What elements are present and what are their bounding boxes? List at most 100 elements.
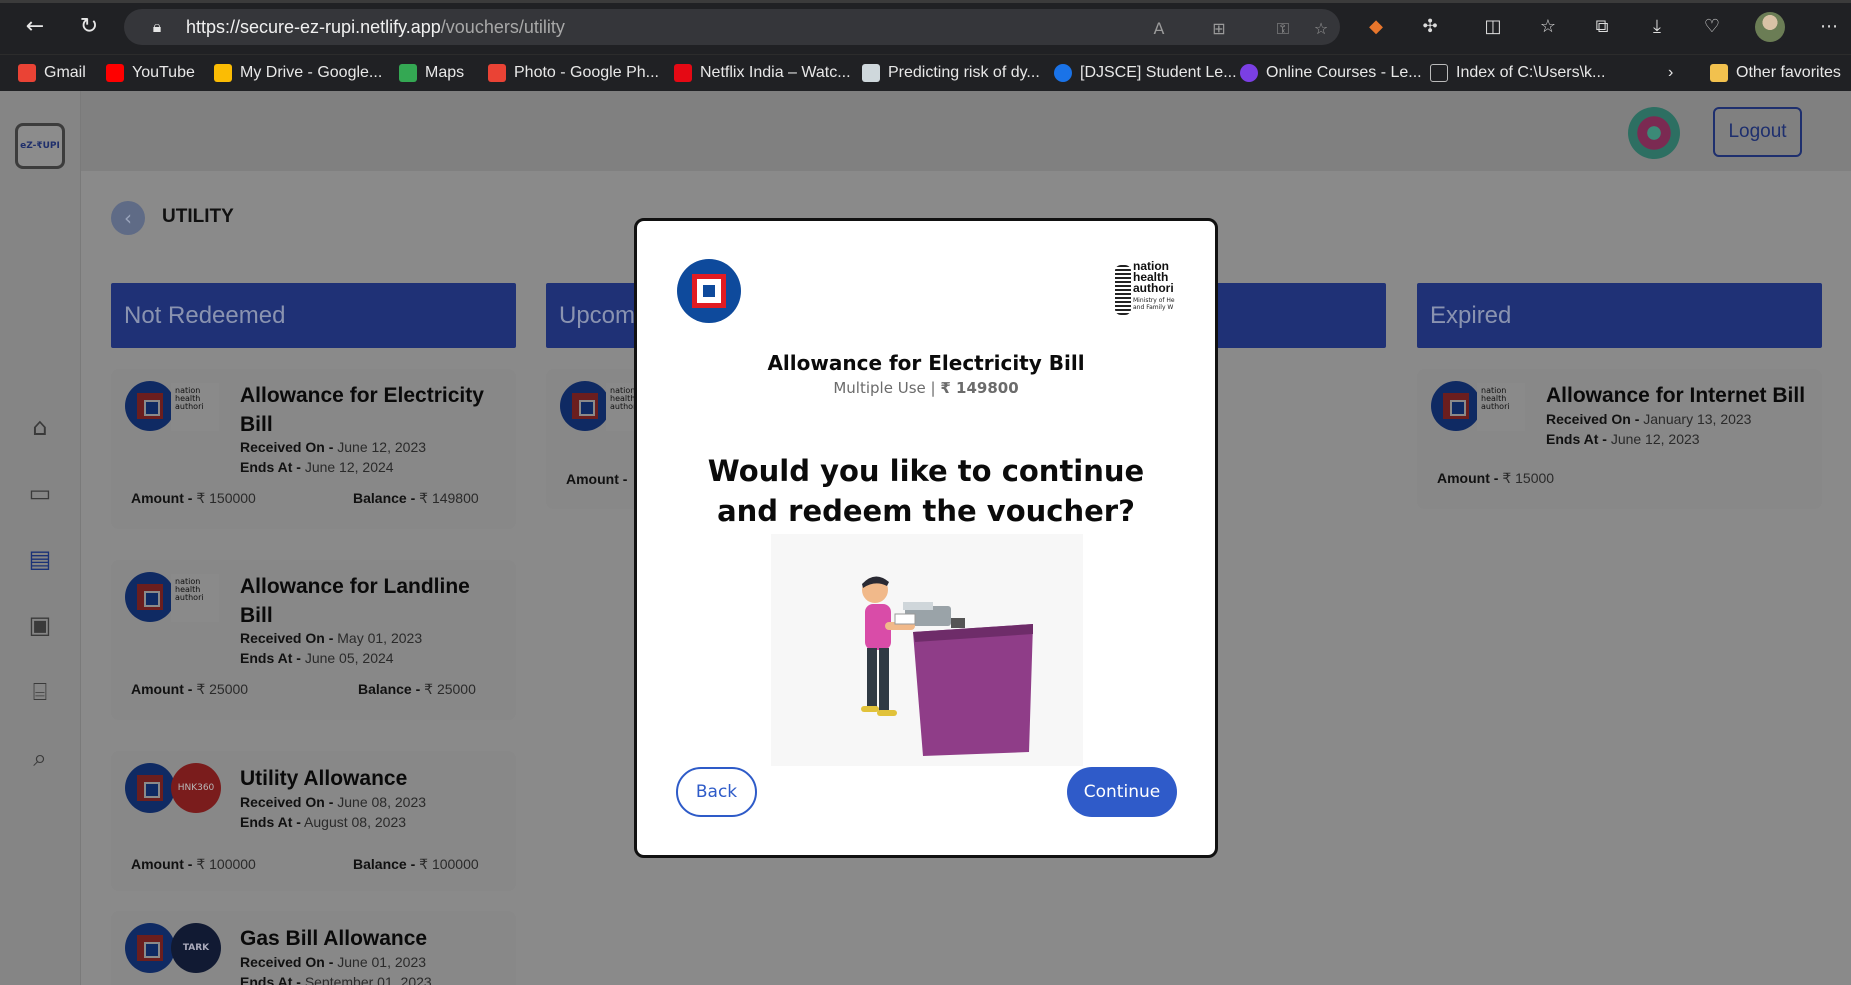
drive-icon [214,64,232,82]
voucher-title: Gas Bill Allowance [240,927,428,950]
hdfc-logo-icon [125,923,175,973]
bank-icon[interactable]: ⌸ [24,676,56,708]
end-date: Ends At - June 05, 2024 [240,650,394,666]
amount: Amount - ₹ 15000 [1437,470,1555,486]
received-date: Received On - January 13, 2023 [1546,411,1752,427]
bookmark-predicting-risk[interactable]: Predicting risk of dy... [862,61,1040,85]
app-header [0,91,1851,171]
user-avatar[interactable] [1628,107,1680,159]
voucher-logos: nation health authori [1431,381,1527,433]
voucher-card[interactable]: HNK360 Utility Allowance Received On - J… [111,751,516,891]
bookmark-maps[interactable]: Maps [399,61,464,85]
courses-icon [1240,64,1258,82]
bookmark-djsce[interactable]: [DJSCE] Student Le... [1054,61,1237,85]
lock-icon[interactable]: 🔒︎ [146,16,168,38]
gmail-icon [18,64,36,82]
bookmark-my-drive[interactable]: My Drive - Google... [214,61,382,85]
app-available-icon[interactable]: ⊞ [1208,18,1230,40]
more-menu-icon[interactable]: ⋯ [1815,13,1843,41]
nha-logo-icon: nation health authori Ministry of He and… [1115,260,1179,319]
continue-button[interactable]: Continue [1067,767,1177,817]
hdfc-logo-icon [125,381,175,431]
metamask-extension-icon[interactable]: ◆ [1362,13,1390,41]
other-favorites[interactable]: Other favorites [1710,61,1841,85]
youtube-icon [106,64,124,82]
bookmark-index-local[interactable]: Index of C:\Users\k... [1430,61,1605,85]
column-expired[interactable]: Expired [1417,283,1822,348]
redeem-voucher-modal: nation health authori Ministry of He and… [634,218,1218,858]
performance-icon[interactable]: ♡ [1698,13,1726,41]
tab-strip-edge [0,0,1851,3]
amount: Amount - ₹ 25000 [131,681,249,697]
back-arrow-icon[interactable]: ← [20,12,50,42]
voucher-logos: nation health authori [125,381,221,433]
modal-question: Would you like to continue and redeem th… [707,454,1145,528]
address-bar[interactable]: 🔒︎ https://secure-ez-rupi.netlify.app/vo… [124,9,1340,45]
received-date: Received On - June 12, 2023 [240,439,427,455]
back-chevron-icon[interactable]: ‹ [111,201,145,235]
bookmark-online-courses[interactable]: Online Courses - Le... [1240,61,1422,85]
voucher-logos: HNK360 [125,763,221,815]
extensions-icon[interactable]: ✣ [1416,13,1444,41]
read-aloud-icon[interactable]: A [1148,18,1170,40]
favorite-star-icon[interactable]: ☆ [1310,18,1332,40]
received-date: Received On - June 01, 2023 [240,954,427,970]
maps-icon [399,64,417,82]
voucher-logos: nation health authori [125,572,221,624]
bookmark-gmail[interactable]: Gmail [18,61,86,85]
page-title: UTILITY [162,206,234,227]
netflix-icon [674,64,692,82]
back-button[interactable]: Back [676,767,757,817]
ticket-icon[interactable]: ▭ [24,477,56,509]
received-date: Received On - June 08, 2023 [240,794,427,810]
end-date: Ends At - June 12, 2024 [240,459,394,475]
emblem-icon [1115,265,1131,315]
voucher-title: Allowance for Electricity Bill [240,384,484,436]
refresh-icon[interactable]: ↻ [74,12,104,42]
profile-avatar[interactable] [1755,12,1785,42]
end-date: Ends At - September 01, 2023 [240,974,432,985]
bookmarks-bar: Gmail YouTube My Drive - Google... Maps … [0,54,1851,91]
received-date: Received On - May 01, 2023 [240,630,423,646]
voucher-title: Allowance for Landline Bill [240,575,470,627]
djsce-icon [1054,64,1072,82]
cards-icon[interactable]: ▣ [24,609,56,641]
logout-button[interactable]: Logout [1713,107,1802,157]
collections-icon[interactable]: ⧉ [1588,13,1616,41]
favorites-icon[interactable]: ☆ [1534,13,1562,41]
voucher-title: Utility Allowance [240,767,408,790]
end-date: Ends At - August 08, 2023 [240,814,407,830]
home-icon[interactable]: ⌂ [24,411,56,443]
amount: Amount - ₹ 150000 [131,490,256,506]
balance: Balance - ₹ 100000 [353,856,479,872]
downloads-icon[interactable]: ⤓ [1643,13,1671,41]
hdfc-logo-icon [125,572,175,622]
end-date: Ends At - June 12, 2023 [1546,431,1700,447]
bookmark-google-photos[interactable]: Photo - Google Ph... [488,61,659,85]
hdfc-logo-icon [1431,381,1481,431]
voucher-card[interactable]: nation health authori Allowance for Inte… [1417,369,1822,509]
ezrupi-logo[interactable]: eZ-₹UPI [15,123,65,169]
folder-icon [1710,64,1728,82]
voucher-card[interactable]: TARK Gas Bill Allowance Received On - Ju… [111,911,516,985]
voucher-card[interactable]: nation health authori Allowance for Elec… [111,369,516,529]
bookmark-netflix[interactable]: Netflix India – Watc... [674,61,851,85]
photos-icon [488,64,506,82]
url-text[interactable]: https://secure-ez-rupi.netlify.app/vouch… [186,17,565,38]
article-icon [862,64,880,82]
hdfc-logo-icon [677,259,741,323]
voucher-card[interactable]: nation health authori Allowance for Land… [111,560,516,720]
bookmark-youtube[interactable]: YouTube [106,61,195,85]
hdfc-logo-icon [560,381,610,431]
bookmarks-overflow-chevron-icon[interactable]: › [1668,61,1673,85]
search-briefcase-icon[interactable]: ⌕ [24,742,56,774]
column-not-redeemed[interactable]: Not Redeemed [111,283,516,348]
receipt-icon[interactable]: ▤ [24,543,56,575]
nha-logo-icon: nation health authori [171,383,219,431]
split-screen-icon[interactable]: ◫ [1479,13,1507,41]
key-icon[interactable]: ⚿ [1272,18,1294,40]
nha-logo-icon: nation health authori [1477,383,1525,431]
balance: Balance - ₹ 149800 [353,490,479,506]
hdfc-logo-icon [125,763,175,813]
balance: Balance - ₹ 25000 [358,681,476,697]
